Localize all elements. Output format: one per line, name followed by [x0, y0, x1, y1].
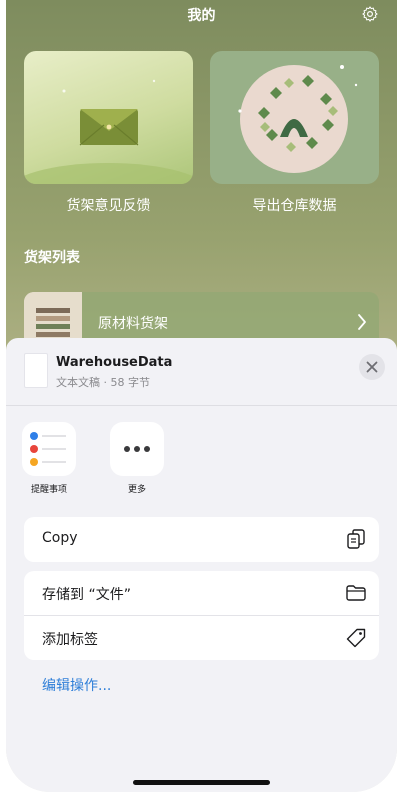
more-icon [110, 422, 164, 476]
phone-screen: 我的 货架意见反馈 导出仓库数据 货架列表 原材料货架 WarehouseDat… [6, 0, 397, 792]
feedback-card-label: 货架意见反馈 [66, 198, 151, 214]
app-reminders-label: 提醒事项 [30, 485, 67, 495]
file-meta: 文本文稿 · 58 字节 [56, 376, 150, 389]
action-add-tag-label: 添加标签 [42, 632, 98, 648]
top-bar: 我的 [6, 0, 397, 30]
reminders-icon [22, 422, 76, 476]
file-name: WarehouseData [56, 355, 173, 370]
copy-icon [347, 529, 365, 549]
action-copy[interactable]: Copy [24, 517, 379, 561]
action-group-primary: Copy [24, 517, 379, 562]
close-button[interactable] [359, 354, 385, 380]
close-icon [366, 361, 378, 373]
edit-actions-link[interactable]: 编辑操作... [42, 675, 111, 695]
export-card[interactable] [210, 51, 379, 184]
feedback-card[interactable] [24, 51, 193, 184]
chevron-right-icon [358, 314, 366, 330]
document-thumbnail [24, 353, 48, 388]
shelf-list-title: 货架列表 [24, 250, 80, 266]
action-save-to-files[interactable]: 存储到 “文件” [24, 571, 379, 615]
app-reminders[interactable]: 提醒事项 [22, 422, 76, 495]
shelf-item-label: 原材料货架 [98, 316, 168, 332]
wreath-illustration [238, 65, 358, 173]
folder-icon [346, 585, 366, 601]
export-card-label: 导出仓库数据 [252, 198, 337, 214]
page-title: 我的 [187, 8, 216, 24]
action-add-tag[interactable]: 添加标签 [24, 615, 379, 659]
home-indicator [133, 780, 270, 785]
app-more[interactable]: 更多 [110, 422, 164, 495]
app-more-label: 更多 [127, 485, 146, 495]
action-save-to-files-label: 存储到 “文件” [42, 587, 131, 603]
gear-icon[interactable] [361, 5, 379, 23]
action-group-secondary: 存储到 “文件” 添加标签 [24, 571, 379, 660]
envelope-icon [24, 79, 193, 184]
action-copy-label: Copy [42, 530, 78, 546]
share-sheet-header: WarehouseData 文本文稿 · 58 字节 [6, 338, 397, 406]
share-sheet: WarehouseData 文本文稿 · 58 字节 提醒事项 更多 Copy … [6, 338, 397, 792]
tag-icon [346, 628, 366, 648]
